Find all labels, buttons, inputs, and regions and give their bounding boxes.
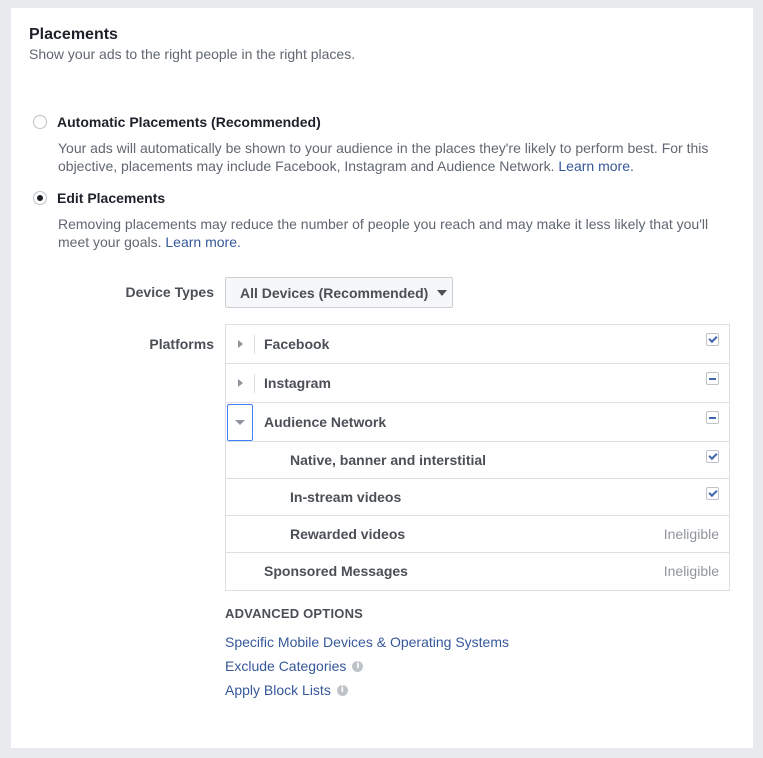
ineligible-status: Ineligible (663, 563, 719, 579)
link-label: Apply Block Lists (225, 682, 331, 698)
apply-block-lists-link[interactable]: Apply Block Lists i (225, 682, 348, 698)
divider (254, 335, 255, 354)
caret-right-icon (237, 379, 243, 387)
ineligible-status: Ineligible (663, 526, 719, 542)
collapse-audience-network-toggle[interactable] (227, 404, 253, 441)
platform-row-facebook: Facebook (226, 325, 729, 364)
native-banner-checkbox[interactable] (706, 450, 719, 463)
audience-network-checkbox[interactable] (706, 411, 719, 424)
specific-mobile-devices-link[interactable]: Specific Mobile Devices & Operating Syst… (225, 634, 509, 650)
facebook-checkbox[interactable] (706, 333, 719, 346)
platform-label: Audience Network (264, 414, 387, 430)
info-icon[interactable]: i (352, 660, 364, 672)
link-label: Exclude Categories (225, 658, 347, 674)
automatic-placements-option[interactable]: Automatic Placements (Recommended) (33, 114, 321, 130)
platform-label: Facebook (264, 336, 330, 352)
edit-placements-label: Edit Placements (57, 190, 166, 206)
platform-row-audience-network: Audience Network (226, 403, 729, 442)
automatic-learn-more-link[interactable]: Learn more. (558, 158, 633, 174)
link-label: Specific Mobile Devices & Operating Syst… (225, 634, 509, 650)
checkmark-icon (707, 487, 718, 498)
caret-right-icon (237, 340, 243, 348)
expand-facebook-toggle[interactable] (226, 325, 254, 363)
section-subtitle: Show your ads to the right people in the… (29, 46, 356, 62)
chevron-down-icon (437, 289, 448, 296)
platform-label: Native, banner and interstitial (290, 452, 487, 468)
device-types-label: Device Types (125, 284, 214, 300)
placements-card: Placements Show your ads to the right pe… (11, 8, 753, 748)
platform-row-native-banner: Native, banner and interstitial (226, 442, 729, 479)
platform-row-instagram: Instagram (226, 364, 729, 403)
edit-placements-radio[interactable] (33, 191, 47, 205)
platform-label: Rewarded videos (290, 526, 406, 542)
caret-down-icon (235, 420, 245, 425)
platform-label: In-stream videos (290, 489, 402, 505)
exclude-categories-link[interactable]: Exclude Categories i (225, 658, 364, 674)
expand-instagram-toggle[interactable] (226, 364, 254, 402)
info-icon[interactable]: i (336, 684, 348, 696)
in-stream-videos-checkbox[interactable] (706, 487, 719, 500)
checkmark-icon (707, 333, 718, 344)
divider (254, 374, 255, 393)
section-title: Placements (29, 26, 118, 43)
platform-label: Instagram (264, 375, 331, 391)
automatic-placements-description: Your ads will automatically be shown to … (58, 140, 709, 174)
device-types-value: All Devices (Recommended) (240, 284, 429, 301)
device-types-dropdown[interactable]: All Devices (Recommended) (225, 277, 453, 308)
platform-label: Sponsored Messages (264, 563, 408, 579)
platform-row-in-stream-videos: In-stream videos (226, 479, 729, 516)
edit-placements-option[interactable]: Edit Placements (33, 190, 165, 206)
automatic-placements-label: Automatic Placements (Recommended) (57, 114, 321, 130)
minus-icon (709, 416, 716, 419)
checkmark-icon (707, 450, 718, 461)
platforms-label: Platforms (149, 336, 214, 352)
edit-learn-more-link[interactable]: Learn more. (165, 234, 240, 250)
platform-row-sponsored-messages: Sponsored Messages Ineligible (226, 553, 729, 590)
edit-placements-description: Removing placements may reduce the numbe… (58, 216, 709, 250)
advanced-options-heading: ADVANCED OPTIONS (225, 606, 364, 621)
instagram-checkbox[interactable] (706, 372, 719, 385)
minus-icon (709, 377, 716, 380)
automatic-placements-radio[interactable] (33, 115, 47, 129)
platforms-list: Facebook Instagram Audience Network Nati… (225, 324, 730, 591)
platform-row-rewarded-videos: Rewarded videos Ineligible (226, 516, 729, 553)
